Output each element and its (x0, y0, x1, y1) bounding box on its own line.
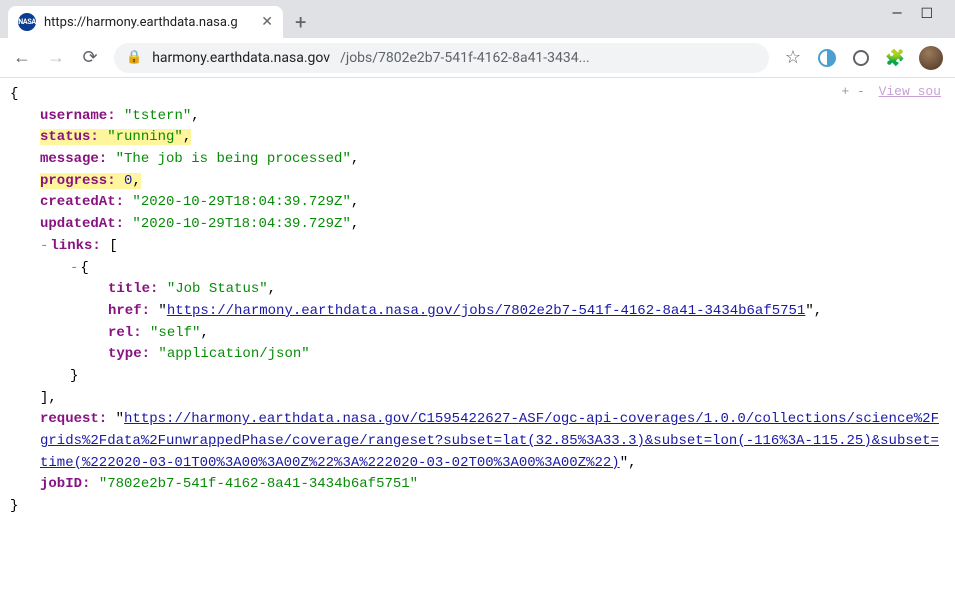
new-tab-button[interactable]: + (295, 12, 306, 32)
extensions-puzzle-icon[interactable]: 🧩 (885, 48, 905, 68)
json-field-link-href: href: "https://harmony.earthdata.nasa.go… (10, 301, 945, 323)
tab-title: https://harmony.earthdata.nasa.g (44, 15, 253, 30)
json-field-username: username: "tstern", (10, 106, 945, 128)
url-path: /jobs/7802e2b7-541f-4162-8a41-3434... (340, 50, 590, 66)
json-viewer: + - View sou { username: "tstern", statu… (0, 78, 955, 524)
json-array-item: -{ (10, 258, 945, 280)
collapse-toggle-icon[interactable]: - (70, 260, 78, 276)
expand-all-button[interactable]: + (841, 84, 849, 99)
json-field-links: -links: [ (10, 236, 945, 258)
nasa-favicon: NASA (18, 13, 36, 31)
close-tab-icon[interactable]: ✕ (261, 14, 273, 30)
forward-button[interactable]: → (46, 47, 66, 68)
toolbar: ← → ⟳ 🔒 harmony.earthdata.nasa.gov/jobs/… (0, 38, 955, 78)
json-field-link-type: type: "application/json" (10, 344, 945, 366)
toolbar-right: 🧩 (817, 46, 943, 70)
json-field-request: request: "https://harmony.earthdata.nasa… (10, 409, 945, 474)
tab-strip: NASA https://harmony.earthdata.nasa.g ✕ … (0, 0, 955, 38)
json-field-jobID: jobID: "7802e2b7-541f-4162-8a41-3434b6af… (10, 474, 945, 496)
window-controls: — ☐ (870, 0, 955, 28)
json-field-createdAt: createdAt: "2020-10-29T18:04:39.729Z", (10, 192, 945, 214)
request-link[interactable]: https://harmony.earthdata.nasa.gov/C1595… (40, 411, 939, 470)
json-object-close: } (10, 366, 945, 388)
json-array-close: ], (10, 388, 945, 410)
json-field-updatedAt: updatedAt: "2020-10-29T18:04:39.729Z", (10, 214, 945, 236)
browser-tab[interactable]: NASA https://harmony.earthdata.nasa.g ✕ (8, 6, 283, 38)
minimize-button[interactable]: — (892, 6, 903, 22)
profile-avatar[interactable] (919, 46, 943, 70)
maximize-button[interactable]: ☐ (920, 6, 933, 22)
json-field-status: status: "running", (10, 127, 945, 149)
lock-icon: 🔒 (126, 50, 142, 65)
json-field-link-rel: rel: "self", (10, 323, 945, 345)
bookmark-star-icon[interactable]: ☆ (783, 47, 803, 68)
url-host: harmony.earthdata.nasa.gov (152, 50, 330, 66)
reload-button[interactable]: ⟳ (80, 47, 100, 68)
address-bar[interactable]: 🔒 harmony.earthdata.nasa.gov/jobs/7802e2… (114, 43, 769, 73)
json-field-progress: progress: 0, (10, 171, 945, 193)
extension-icon-1[interactable] (817, 48, 837, 68)
json-brace-open: { (10, 84, 945, 106)
href-link[interactable]: https://harmony.earthdata.nasa.gov/jobs/… (167, 303, 806, 319)
collapse-toggle-icon[interactable]: - (40, 238, 48, 254)
json-brace-close: } (10, 496, 945, 518)
json-viewer-actions: + - View sou (841, 82, 941, 102)
json-field-link-title: title: "Job Status", (10, 279, 945, 301)
back-button[interactable]: ← (12, 47, 32, 68)
extension-icon-2[interactable] (851, 48, 871, 68)
view-source-link[interactable]: View sou (879, 84, 941, 99)
collapse-all-button[interactable]: - (857, 84, 865, 99)
json-field-message: message: "The job is being processed", (10, 149, 945, 171)
